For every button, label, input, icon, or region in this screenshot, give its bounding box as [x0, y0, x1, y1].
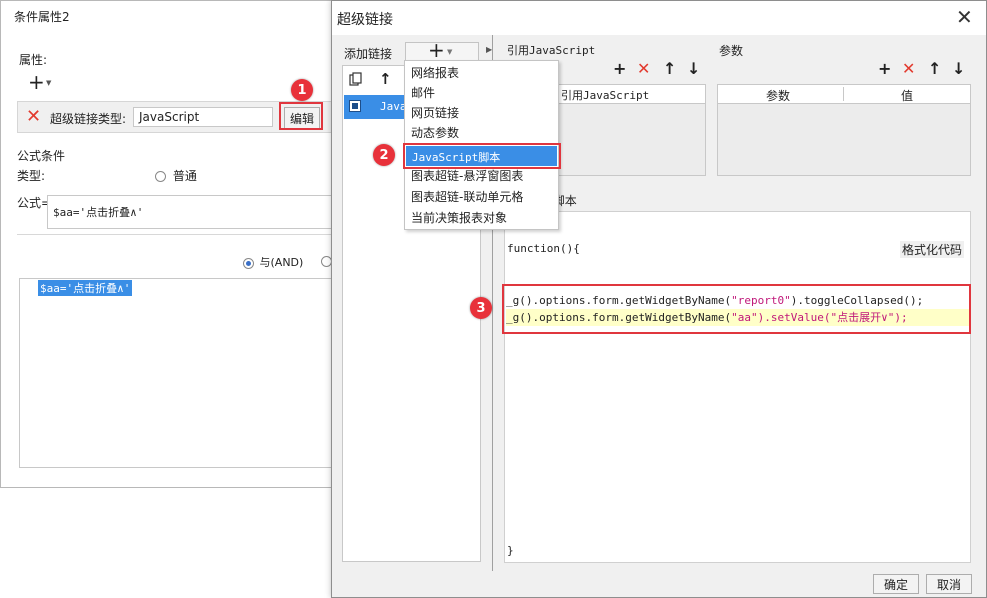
- format-code-button[interactable]: 格式化代码: [900, 241, 965, 258]
- edit-button-highlight: [279, 102, 323, 130]
- move-up-icon[interactable]: ↑: [663, 61, 676, 77]
- menu-item-chart-float[interactable]: 图表超链-悬浮窗图表: [411, 166, 523, 186]
- condition-item[interactable]: $aa='点击折叠∧': [38, 280, 133, 296]
- hyperlink-type-field[interactable]: JavaScript: [133, 107, 273, 127]
- dropdown-arrow-icon: ▼: [447, 48, 453, 56]
- divider: [17, 234, 337, 235]
- move-up-param-icon[interactable]: ↑: [928, 61, 941, 77]
- params-header: 参数 值: [718, 85, 970, 104]
- callout-badge-2: 2: [373, 144, 395, 166]
- menu-item-email[interactable]: 邮件: [411, 83, 435, 103]
- add-link-label: 添加链接: [344, 47, 393, 61]
- formula-label: 公式=: [17, 196, 52, 210]
- javascript-item-highlight: [403, 143, 561, 169]
- move-down-param-icon[interactable]: ↓: [952, 61, 965, 77]
- menu-item-web-report[interactable]: 网络报表: [411, 63, 459, 83]
- type-normal-radio[interactable]: 普通: [155, 167, 197, 184]
- cancel-button[interactable]: 取消: [926, 574, 972, 594]
- move-up-icon[interactable]: ↑: [379, 70, 392, 88]
- and-radio[interactable]: 与(AND): [243, 254, 303, 270]
- type-label: 类型:: [17, 169, 46, 183]
- menu-item-dynamic-param[interactable]: 动态参数: [411, 123, 459, 143]
- callout-badge-1: 1: [291, 79, 313, 101]
- menu-item-chart-linked-cell[interactable]: 图表超链-联动单元格: [411, 187, 523, 207]
- params-label: 参数: [719, 44, 744, 58]
- delete-icon[interactable]: ✕: [26, 106, 41, 127]
- dropdown-arrow-icon: ▼: [46, 79, 52, 87]
- script-editor[interactable]: function(){ _g().options.form.getWidgetB…: [504, 211, 971, 563]
- move-down-icon[interactable]: ↓: [687, 61, 700, 77]
- add-param-icon[interactable]: +: [878, 61, 891, 77]
- window-title: 条件属性2: [14, 10, 70, 24]
- dialog-title: 超级链接: [337, 12, 393, 28]
- formula-condition-label: 公式条件: [17, 149, 66, 163]
- script-icon: [349, 100, 361, 112]
- close-icon[interactable]: ✕: [956, 5, 973, 29]
- condition-properties-window: 条件属性2 属性: + ▼ ✕ 超级链接类型: JavaScript 编辑 公式…: [0, 0, 337, 488]
- plus-icon: +: [428, 38, 445, 62]
- add-attr-button[interactable]: + ▼: [25, 70, 57, 95]
- hyperlink-type-label: 超级链接类型:: [50, 112, 127, 126]
- radio-icon: [155, 171, 166, 182]
- dialog-titlebar: 超级链接 ✕: [332, 1, 986, 35]
- link-list-item[interactable]: Java: [344, 95, 407, 119]
- code-highlight-box: [502, 284, 971, 334]
- menu-item-decision-report[interactable]: 当前决策报表对象: [411, 208, 507, 228]
- ref-js-label: 引用JavaScript: [507, 44, 596, 57]
- ok-button[interactable]: 确定: [873, 574, 919, 594]
- attr-label: 属性:: [19, 53, 48, 67]
- add-link-button[interactable]: + ▼: [405, 38, 479, 62]
- plus-icon: +: [28, 70, 45, 94]
- delete-icon[interactable]: ✕: [637, 61, 650, 77]
- delete-param-icon[interactable]: ✕: [902, 61, 915, 77]
- condition-list[interactable]: $aa='点击折叠∧': [19, 278, 337, 468]
- callout-badge-3: 3: [470, 297, 492, 319]
- params-table[interactable]: 参数 值: [717, 84, 971, 176]
- add-icon[interactable]: +: [613, 61, 626, 77]
- radio-icon: [243, 257, 254, 269]
- formula-input[interactable]: $aa='点击折叠∧': [47, 195, 337, 229]
- copy-icon[interactable]: [349, 72, 362, 86]
- menu-item-web-link[interactable]: 网页链接: [411, 103, 459, 123]
